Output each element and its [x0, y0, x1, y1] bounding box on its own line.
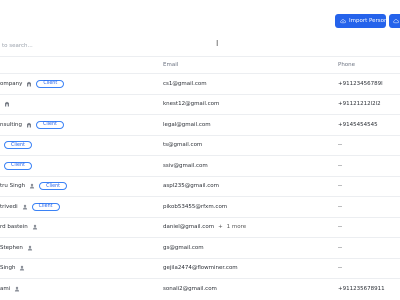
email-value[interactable]: gs@gmail.com [163, 245, 204, 251]
import-person-label: Import Person [349, 18, 388, 24]
contact-name-cell: trivedi Client [0, 197, 160, 217]
table-row[interactable]: Stephen gs@gmail.com -- [0, 237, 400, 258]
table-row[interactable]: rd bastein daniel@gmail.com +1 more -- [0, 216, 400, 238]
phone-cell: -- [338, 244, 342, 251]
email-cell: gs@gmail.com [163, 238, 333, 258]
search-bar [0, 38, 400, 54]
contact-name-cell: ami [0, 279, 160, 299]
column-name-header[interactable] [0, 57, 160, 73]
contact-name[interactable]: ompany [0, 81, 22, 87]
phone-cell: +91123456789l [338, 80, 383, 87]
table-row[interactable]: tru Singh Client aspl235@gmail.com -- [0, 175, 400, 197]
person-icon [32, 224, 38, 230]
contact-name-cell: nsulting Client [0, 115, 160, 135]
email-value[interactable]: aspl235@gmail.com [163, 183, 219, 189]
building-icon [26, 81, 32, 87]
email-value[interactable]: ssiv@gmail.com [163, 163, 208, 169]
building-icon [4, 101, 10, 107]
cloud-action-button[interactable] [389, 14, 400, 28]
email-cell: aspl235@gmail.com [163, 177, 333, 197]
building-icon [26, 122, 32, 128]
client-badge: Client [31, 202, 60, 211]
contact-name[interactable]: rd bastein [0, 224, 28, 230]
more-emails-link[interactable]: 1 more [227, 224, 247, 230]
email-cell: daniel@gmail.com +1 more [163, 218, 333, 238]
contacts-table: Email Phone ompany Client cs1@gmail.com +91… [0, 56, 400, 299]
table-header: Email Phone [0, 56, 400, 73]
plus-icon: + [218, 224, 223, 231]
email-cell: gejila2474@flowminer.com [163, 259, 333, 279]
phone-cell: -- [338, 162, 342, 169]
phone-cell: +91121212l2l2 [338, 101, 381, 108]
contact-name[interactable]: Stephen [0, 245, 23, 251]
contact-name-cell: Stephen [0, 238, 160, 258]
client-badge: Client [36, 79, 65, 88]
table-row[interactable]: Client ts@gmail.com -- [0, 134, 400, 156]
person-icon [29, 183, 35, 189]
contact-name-cell: ompany Client [0, 74, 160, 94]
cloud-upload-icon [340, 18, 346, 24]
table-row[interactable]: nsulting Client legal@gmail.com +9145454545 [0, 114, 400, 135]
table-row[interactable]: Client ssiv@gmail.com -- [0, 155, 400, 176]
contact-name-cell: Client [0, 136, 160, 156]
email-cell: sonali2@gmail.com [163, 279, 333, 299]
toolbar: Import Person [0, 0, 400, 34]
contact-name-cell: Client [0, 156, 160, 176]
person-icon [22, 204, 28, 210]
table-row[interactable]: trivedi Client pikob53455@rfxm.com -- [0, 196, 400, 217]
email-cell: pikob53455@rfxm.com [163, 197, 333, 217]
email-cell: knest12@gmail.com [163, 95, 333, 115]
email-cell: ts@gmail.com [163, 136, 333, 156]
client-badge: Client [36, 120, 64, 129]
email-value[interactable]: cs1@gmail.com [163, 81, 207, 87]
phone-cell: +911235678911 [338, 285, 385, 292]
email-cell: cs1@gmail.com [163, 74, 333, 94]
column-email-header[interactable]: Email [163, 57, 333, 73]
table-row[interactable]: ami sonali2@gmail.com +911235678911 [0, 278, 400, 299]
cloud-download-icon [393, 18, 399, 24]
contact-name-cell: Singh [0, 259, 160, 279]
contact-name[interactable]: trivedi [0, 204, 18, 210]
table-row[interactable]: Singh gejila2474@flowminer.com -- [0, 257, 400, 279]
phone-cell: -- [338, 203, 342, 210]
email-value[interactable]: legal@gmail.com [163, 122, 211, 128]
email-value[interactable]: ts@gmail.com [163, 142, 202, 148]
client-badge: Client [4, 161, 32, 170]
contact-name-cell: tru Singh Client [0, 177, 160, 197]
email-value[interactable]: knest12@gmail.com [163, 101, 219, 107]
contact-name-cell [0, 95, 160, 115]
contact-name[interactable]: ami [0, 286, 10, 292]
search-input[interactable] [2, 40, 202, 52]
client-badge: Client [4, 141, 32, 150]
table-row[interactable]: knest12@gmail.com +91121212l2l2 [0, 93, 400, 115]
column-phone-header[interactable]: Phone [338, 57, 400, 73]
text-cursor-icon: I [216, 39, 219, 48]
contact-name[interactable]: Singh [0, 265, 15, 271]
email-value[interactable]: daniel@gmail.com [163, 224, 214, 230]
contact-name[interactable]: tru Singh [0, 183, 25, 189]
contact-name-cell: rd bastein [0, 218, 160, 238]
person-icon [19, 265, 25, 271]
phone-cell: -- [338, 265, 342, 272]
client-badge: Client [39, 182, 68, 191]
email-cell: ssiv@gmail.com [163, 156, 333, 176]
contact-name[interactable]: nsulting [0, 122, 22, 128]
table-row[interactable]: ompany Client cs1@gmail.com +91123456789l [0, 73, 400, 94]
phone-cell: -- [338, 183, 342, 190]
import-person-button[interactable]: Import Person [335, 14, 388, 28]
email-cell: legal@gmail.com [163, 115, 333, 135]
phone-cell: +9145454545 [338, 121, 378, 128]
person-icon [27, 245, 33, 251]
email-value[interactable]: gejila2474@flowminer.com [163, 265, 238, 271]
phone-cell: -- [338, 224, 342, 231]
email-value[interactable]: sonali2@gmail.com [163, 286, 217, 292]
person-icon [14, 286, 20, 292]
phone-cell: -- [338, 142, 342, 149]
email-value[interactable]: pikob53455@rfxm.com [163, 204, 227, 210]
